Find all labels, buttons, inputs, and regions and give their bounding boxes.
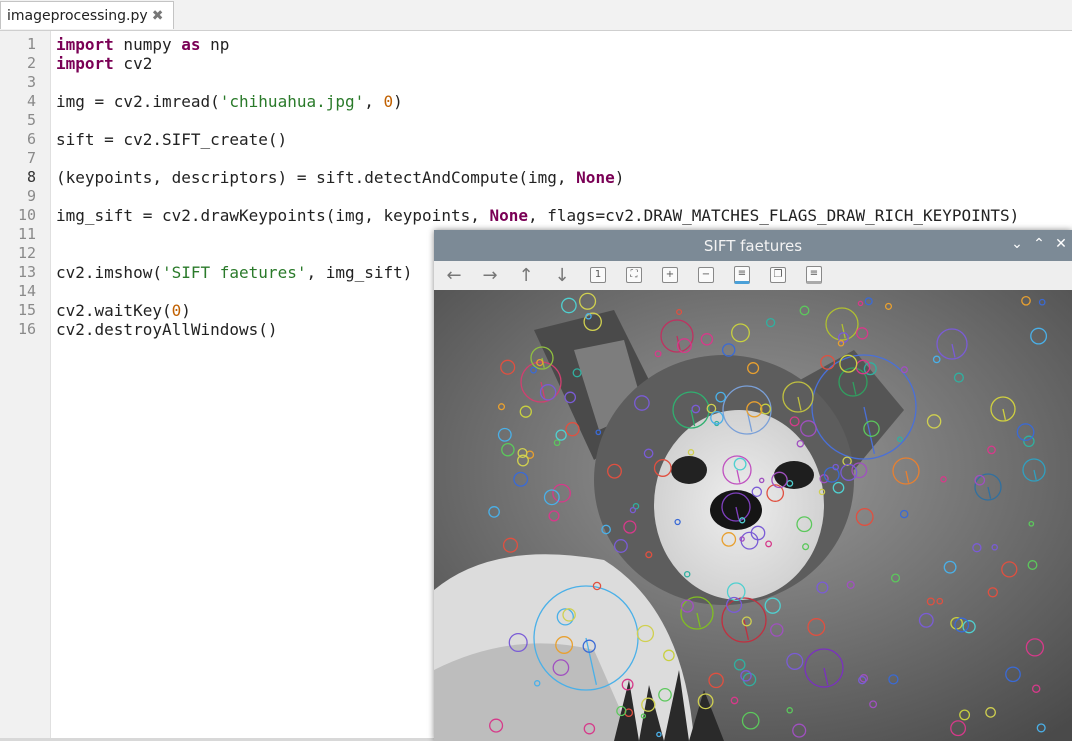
code-token: 'chihuahua.jpg' [219, 92, 365, 111]
code-token: img = cv2.imread( [56, 92, 220, 111]
code-token: (keypoints, descriptors) = sift.detectAn… [56, 168, 577, 187]
code-token: import [56, 35, 114, 54]
line-number: 14 [17, 282, 36, 300]
right-eye [774, 461, 814, 489]
code-line[interactable]: (keypoints, descriptors) = sift.detectAn… [56, 168, 624, 187]
line-number: 8 [26, 168, 36, 186]
sift-keypoints-image [434, 290, 1072, 741]
code-token: img_sift = cv2.drawKeypoints(img, keypoi… [56, 206, 490, 225]
code-token: 'SIFT faetures' [161, 263, 307, 282]
line-number: 10 [17, 206, 36, 224]
line-number: 3 [26, 73, 36, 91]
properties-icon[interactable]: ≡ [802, 264, 826, 286]
image-window-titlebar[interactable]: SIFT faetures ⌄ ⌃ ✕ [434, 230, 1072, 261]
code-token: numpy [113, 35, 182, 54]
properties-icon-glyph: ≡ [806, 266, 822, 284]
pan-left-icon[interactable]: ← [442, 264, 466, 286]
editor-tab[interactable]: imageprocessing.py ✖ [0, 1, 174, 29]
copy-image-icon[interactable]: ❐ [766, 264, 790, 286]
line-number: 5 [26, 111, 36, 129]
code-line[interactable]: cv2.imshow('SIFT faetures', img_sift) [56, 263, 412, 282]
zoom-out-icon[interactable]: − [694, 264, 718, 286]
pan-up-icon[interactable]: ↑ [514, 264, 538, 286]
zoom-in-icon-glyph: + [662, 267, 678, 283]
image-toolbar: ← → ↑ ↓ 1 ⛶ + − ≡ ❐ ≡ [434, 261, 1072, 291]
code-token: cv2.destroyAllWindows() [56, 320, 278, 339]
code-token: cv2.waitKey( [56, 301, 172, 320]
line-number: 16 [17, 320, 36, 338]
code-token: None [489, 206, 529, 225]
line-number: 7 [26, 149, 36, 167]
image-window[interactable]: SIFT faetures ⌄ ⌃ ✕ ← → ↑ ↓ 1 ⛶ + − ≡ ❐ ≡ [434, 230, 1072, 741]
left-eye [671, 456, 707, 484]
save-image-icon-glyph: ≡ [734, 266, 750, 284]
code-line[interactable]: import numpy as np [56, 35, 229, 54]
code-token: ) [393, 92, 403, 111]
code-token: ) [181, 301, 191, 320]
code-line[interactable]: import cv2 [56, 54, 152, 73]
close-window-icon[interactable]: ✕ [1054, 235, 1068, 253]
code-token: sift = cv2.SIFT_create() [56, 130, 288, 149]
line-number-gutter: 1 2 3 4 5 6 7 8 9 10 11 12 13 14 15 16 [0, 31, 51, 738]
code-line[interactable]: img = cv2.imread('chihuahua.jpg', 0) [56, 92, 403, 111]
zoom-reset-icon[interactable]: 1 [586, 264, 610, 286]
pan-right-icon[interactable]: → [478, 264, 502, 286]
maximize-icon[interactable]: ⌃ [1032, 235, 1046, 253]
zoom-out-icon-glyph: − [698, 267, 714, 283]
line-number: 12 [17, 244, 36, 262]
code-line[interactable]: cv2.waitKey(0) [56, 301, 191, 320]
line-number: 2 [26, 54, 36, 72]
code-line[interactable]: cv2.destroyAllWindows() [56, 320, 278, 339]
line-number: 6 [26, 130, 36, 148]
line-number: 1 [26, 35, 36, 53]
code-line[interactable]: sift = cv2.SIFT_create() [56, 130, 287, 149]
line-number: 4 [26, 92, 36, 110]
line-number: 11 [17, 225, 36, 243]
image-window-title: SIFT faetures [703, 236, 803, 255]
line-number: 9 [26, 187, 36, 205]
line-number: 13 [17, 263, 36, 281]
copy-image-icon-glyph: ❐ [770, 267, 786, 283]
keypoint-image [434, 290, 1072, 741]
code-token: , img_sift) [306, 263, 413, 282]
pan-down-icon[interactable]: ↓ [550, 264, 574, 286]
code-token: as [181, 35, 201, 54]
code-token: np [200, 35, 230, 54]
line-number: 15 [17, 301, 36, 319]
code-token: , [364, 92, 384, 111]
code-token: cv2 [113, 54, 153, 73]
code-line[interactable]: img_sift = cv2.drawKeypoints(img, keypoi… [56, 206, 1019, 225]
zoom-reset-icon-glyph: 1 [590, 267, 606, 283]
editor-tab-bar: imageprocessing.py ✖ [0, 0, 1072, 31]
zoom-in-icon[interactable]: + [658, 264, 682, 286]
minimize-icon[interactable]: ⌄ [1010, 235, 1024, 253]
code-token: , flags=cv2.DRAW_MATCHES_FLAGS_DRAW_RICH… [528, 206, 1020, 225]
zoom-fit-icon[interactable]: ⛶ [622, 264, 646, 286]
code-token: cv2.imshow( [56, 263, 162, 282]
save-image-icon[interactable]: ≡ [730, 264, 754, 286]
editor-tab-title: imageprocessing.py [7, 7, 148, 24]
code-token: ) [614, 168, 625, 187]
code-token: None [576, 168, 615, 187]
close-tab-icon[interactable]: ✖ [152, 8, 164, 24]
code-token: 0 [383, 92, 394, 111]
code-token: import [56, 54, 114, 73]
code-token: 0 [171, 301, 182, 320]
zoom-fit-icon-glyph: ⛶ [626, 267, 642, 283]
